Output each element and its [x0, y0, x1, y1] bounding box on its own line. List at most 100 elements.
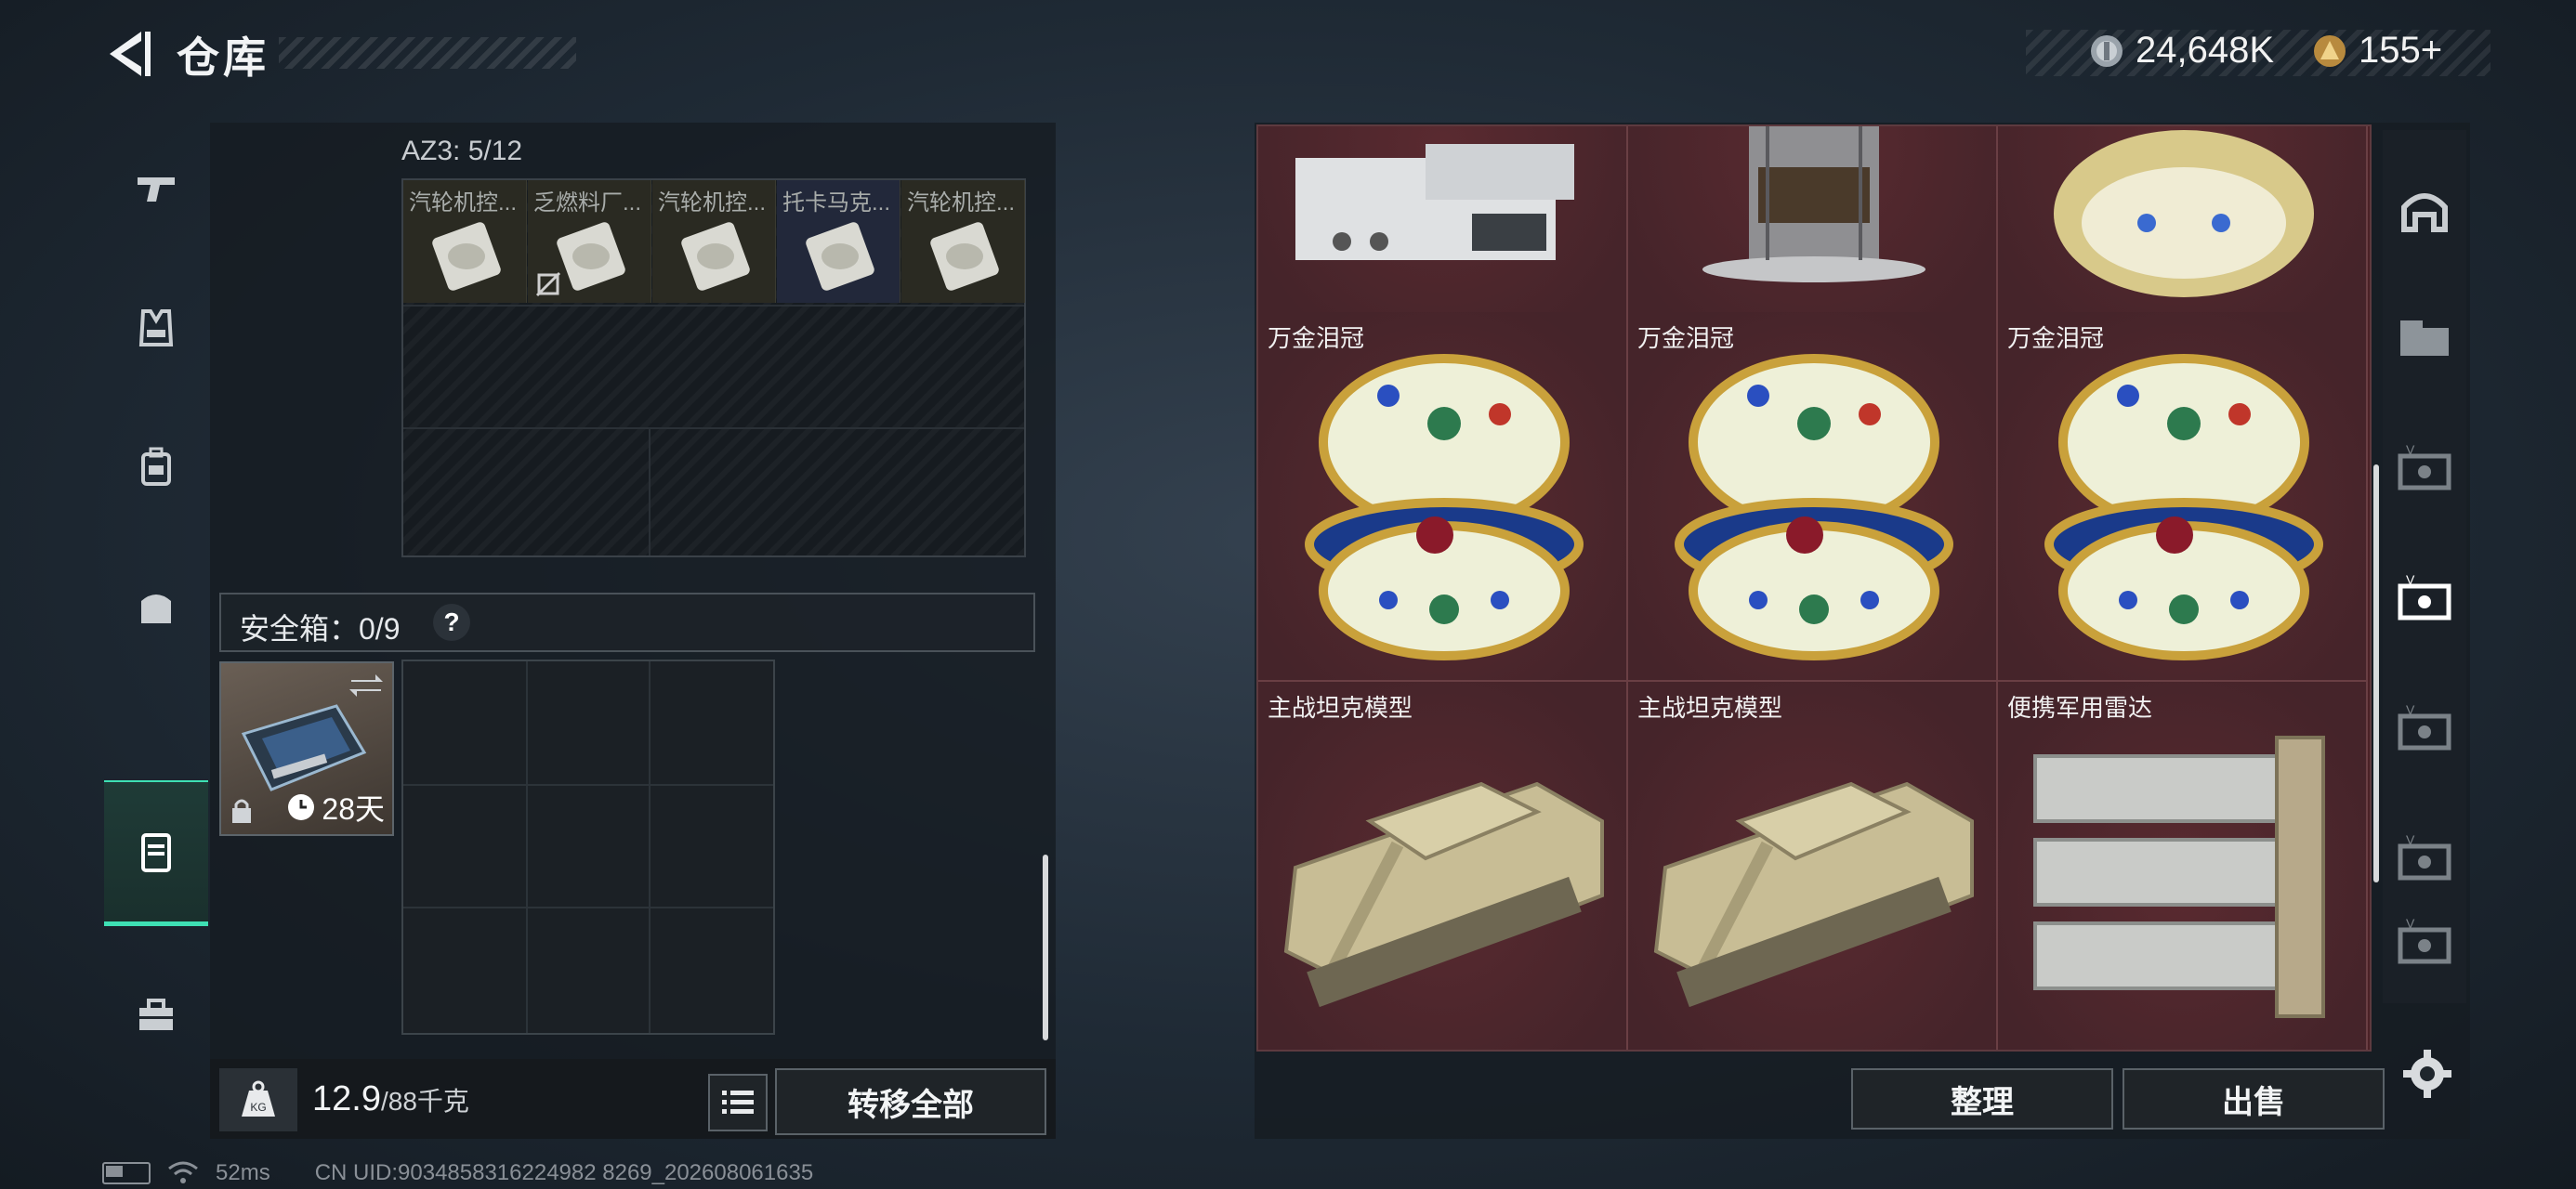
jewel-egg-icon — [2044, 354, 2323, 660]
weight-readout: 12.9/88千克 — [312, 1079, 469, 1119]
item-name: 乏燃料厂... — [533, 190, 642, 216]
control-board-icon — [432, 222, 501, 291]
jewel-egg-icon — [1305, 354, 1584, 660]
toolbox-icon — [139, 999, 173, 1030]
transfer-all-button[interactable]: 转移全部 — [775, 1068, 1046, 1135]
container-item[interactable]: 汽轮机控... — [403, 180, 527, 303]
container-item[interactable]: 汽轮机控... — [652, 180, 776, 303]
stash-tab-v5[interactable]: V — [2383, 882, 2466, 1003]
container-item[interactable]: 托卡马克... — [777, 180, 900, 303]
grid-line — [649, 427, 651, 555]
tank-model-icon — [1283, 781, 1604, 1008]
container-item[interactable]: 乏燃料厂... — [528, 180, 651, 303]
clock-icon — [288, 794, 315, 820]
pistol-icon — [138, 177, 175, 202]
control-board-icon — [806, 222, 874, 291]
bag-icon — [141, 594, 171, 623]
title-decoration — [279, 37, 576, 69]
v-case-icon: V — [2398, 442, 2451, 490]
grid-line — [1996, 126, 1998, 1050]
weight-icon: KG — [242, 1080, 275, 1117]
toolbox-tab[interactable] — [104, 946, 208, 1085]
item-name: 汽轮机控... — [409, 190, 518, 216]
lock-icon — [232, 799, 251, 823]
stash-tab-gti[interactable] — [2383, 279, 2466, 399]
tank-model-icon — [1653, 781, 1974, 1008]
jewel-egg-icon — [2054, 130, 2314, 297]
container-item[interactable]: 汽轮机控... — [901, 180, 1025, 303]
list-view-button[interactable] — [708, 1074, 768, 1131]
safe-box-label: 安全箱：0/9 — [240, 612, 401, 646]
grid-line — [403, 305, 1024, 307]
backpack-tab[interactable] — [104, 398, 208, 537]
item-name: 汽轮机控... — [658, 190, 767, 216]
gear-icon — [2403, 1050, 2451, 1098]
grid-line — [403, 907, 773, 908]
left-scrollbar[interactable] — [1043, 855, 1048, 1040]
silver-currency[interactable]: 24,648K — [2089, 30, 2274, 72]
page-title: 仓库 — [177, 33, 269, 82]
svg-text:V: V — [2406, 702, 2415, 717]
gti-case-icon — [2400, 320, 2449, 356]
stash-tab-v2[interactable]: V — [2383, 539, 2466, 660]
svg-text:V: V — [2406, 916, 2415, 931]
stash-item-reactor[interactable] — [1628, 126, 1998, 314]
grid-line — [526, 661, 528, 1033]
svg-text:V: V — [2406, 832, 2415, 847]
settings-button[interactable] — [2399, 1046, 2455, 1102]
ping-text: 52ms — [216, 1160, 270, 1185]
left-bottom-bar: KG 12.9/88千克 转移全部 — [210, 1059, 1056, 1139]
grid-line — [403, 784, 773, 786]
weight-button[interactable]: KG — [219, 1068, 297, 1131]
timer-text: 28天 — [322, 792, 385, 826]
armor-tab[interactable] — [104, 258, 208, 398]
grid-line — [403, 427, 1024, 429]
no-insure-icon — [535, 271, 561, 297]
stash-item-crown[interactable]: 万金泪冠 — [1258, 312, 1628, 682]
stash-tab-v3[interactable]: V — [2383, 669, 2466, 790]
v-case-icon: V — [2398, 572, 2451, 621]
item-name: 托卡马克... — [782, 190, 891, 216]
safe-box-item[interactable]: 28天 — [219, 661, 394, 836]
gold-amount: 155+ — [2359, 30, 2443, 71]
stash-item-scanner[interactable] — [1258, 126, 1628, 314]
weight-icon-label: KG — [250, 1101, 266, 1114]
stash-tab-home[interactable] — [2383, 149, 2466, 269]
sell-button[interactable]: 出售 — [2123, 1068, 2385, 1130]
v-case-icon: V — [2398, 832, 2451, 881]
v-case-icon: V — [2398, 702, 2451, 751]
stash-item-tank[interactable]: 主战坦克模型 — [1258, 682, 1628, 1050]
battery-icon — [102, 1162, 151, 1184]
stash-scrollbar[interactable] — [2373, 464, 2379, 882]
stash-tab-v1[interactable]: V — [2383, 409, 2466, 529]
grid-line — [1626, 126, 1628, 1050]
container-tab[interactable] — [104, 780, 208, 926]
control-board-icon — [557, 222, 625, 291]
safe-box-grid[interactable] — [401, 660, 775, 1035]
swap-icon[interactable] — [348, 669, 385, 702]
container-az3-grid: 汽轮机控... 乏燃料厂... 汽轮机控... 托卡马克... 汽轮机控... — [401, 178, 1026, 557]
backpack-icon — [141, 447, 171, 486]
wifi-icon — [168, 1161, 198, 1183]
help-button[interactable]: ? — [433, 604, 470, 641]
left-category-nav — [104, 119, 208, 1107]
stash-item-egg[interactable] — [1998, 126, 2368, 314]
bag-tab[interactable] — [104, 537, 208, 676]
svg-text:V: V — [2406, 572, 2415, 587]
weapons-tab[interactable] — [104, 119, 208, 258]
stash-grid: 万金泪冠 万金泪冠 万金泪冠 主战坦克模型 主战坦克模型 便携军用雷达 — [1256, 124, 2372, 1052]
home-shelter-icon — [2401, 193, 2448, 232]
stash-item-tank[interactable]: 主战坦克模型 — [1628, 682, 1998, 1050]
silver-coin-icon — [2091, 34, 2123, 67]
gold-currency[interactable]: 155+ — [2312, 30, 2442, 72]
grid-line — [649, 661, 651, 1033]
expiry-timer: 28天 — [286, 786, 385, 829]
silver-amount: 24,648K — [2136, 30, 2275, 71]
svg-text:V: V — [2406, 442, 2415, 457]
back-button[interactable] — [102, 26, 158, 82]
stash-item-crown[interactable]: 万金泪冠 — [1998, 312, 2368, 682]
control-board-icon — [681, 222, 750, 291]
stash-item-radar[interactable]: 便携军用雷达 — [1998, 682, 2368, 1050]
sort-button[interactable]: 整理 — [1851, 1068, 2113, 1130]
stash-item-crown[interactable]: 万金泪冠 — [1628, 312, 1998, 682]
